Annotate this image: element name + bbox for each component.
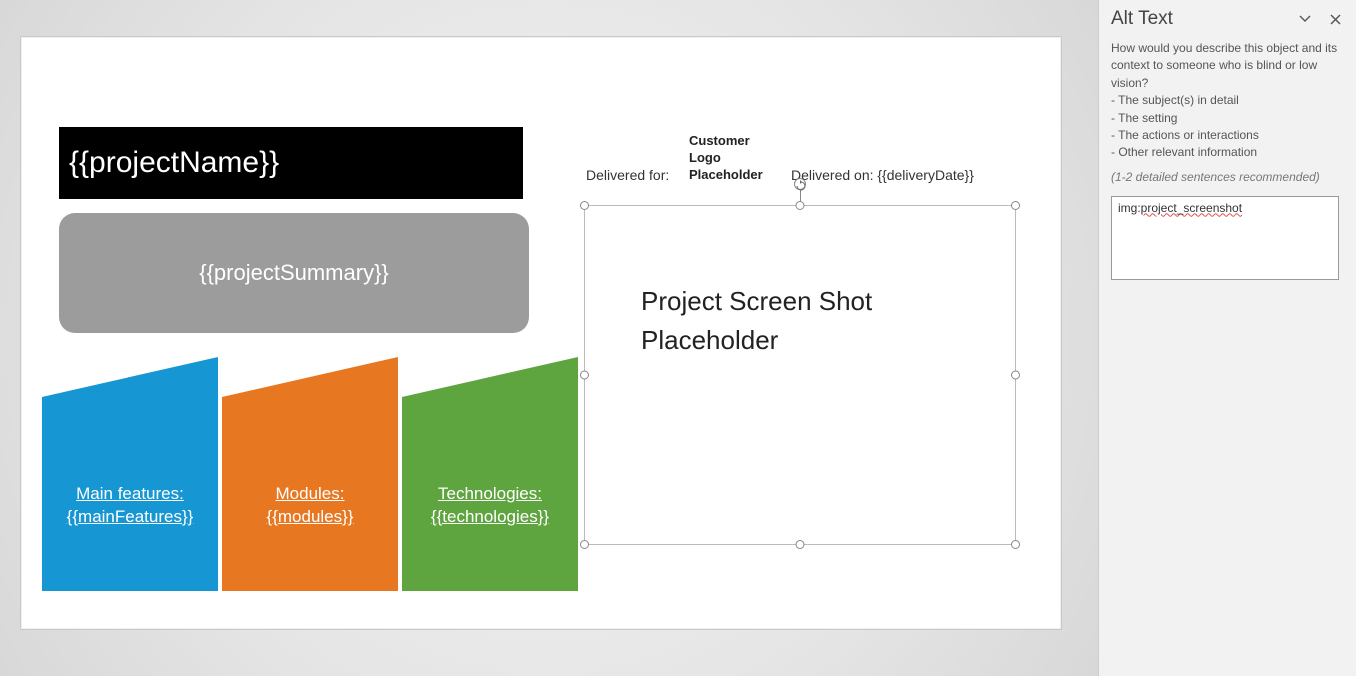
customer-logo-placeholder[interactable]: Customer Logo Placeholder [681,125,761,203]
panel-hint: (1-2 detailed sentences recommended) [1099,162,1356,184]
trapezoid-modules[interactable]: Modules: {{modules}} [222,357,398,591]
resize-handle-ne[interactable] [1011,201,1020,210]
resize-handle-e[interactable] [1011,371,1020,380]
trapezoid-label: Main features: {{mainFeatures}} [42,483,218,529]
resize-handle-n[interactable] [796,201,805,210]
editing-canvas[interactable]: {{projectName}} {{projectSummary}} Main … [0,0,1098,676]
project-summary-text: {{projectSummary}} [199,260,389,286]
panel-title: Alt Text [1111,8,1286,30]
close-button[interactable] [1324,8,1346,30]
alt-text-input[interactable]: img:project_screenshot [1111,196,1339,280]
panel-header: Alt Text [1099,0,1356,34]
delivered-on-label: Delivered on: {{deliveryDate}} [791,167,974,183]
chevron-down-icon [1299,15,1311,23]
trapezoid-label: Modules: {{modules}} [222,483,398,529]
delivered-for-label: Delivered for: [586,167,669,183]
project-name-box[interactable]: {{projectName}} [59,127,523,199]
collapse-button[interactable] [1294,8,1316,30]
trapezoid-main-features[interactable]: Main features: {{mainFeatures}} [42,357,218,591]
alt-text-panel: Alt Text How would you describe this obj… [1098,0,1356,676]
panel-description: How would you describe this object and i… [1099,34,1356,162]
project-screenshot-placeholder[interactable]: Project Screen Shot Placeholder [584,205,1016,545]
project-name-text: {{projectName}} [69,146,279,180]
slide[interactable]: {{projectName}} {{projectSummary}} Main … [20,36,1062,630]
resize-handle-nw[interactable] [580,201,589,210]
trapezoid-technologies[interactable]: Technologies: {{technologies}} [402,357,578,591]
rotate-handle[interactable] [794,178,806,190]
resize-handle-s[interactable] [796,540,805,549]
project-summary-box[interactable]: {{projectSummary}} [59,213,529,333]
resize-handle-w[interactable] [580,371,589,380]
resize-handle-se[interactable] [1011,540,1020,549]
resize-handle-sw[interactable] [580,540,589,549]
trapezoid-label: Technologies: {{technologies}} [402,483,578,529]
close-icon [1330,14,1341,25]
screenshot-placeholder-text: Project Screen Shot Placeholder [641,282,1015,360]
